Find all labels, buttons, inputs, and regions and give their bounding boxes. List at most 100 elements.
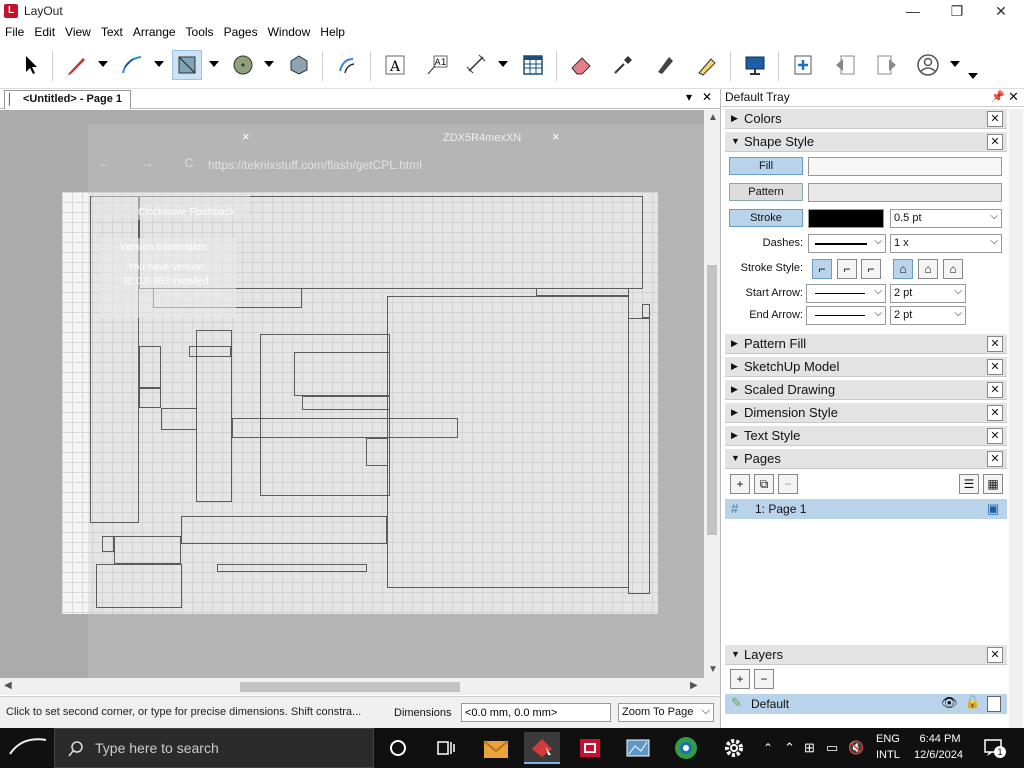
volume-muted-icon[interactable]: 🔇 [848,740,864,756]
chevron-up-icon[interactable]: ⌃ [784,740,795,756]
browser-icon[interactable] [668,732,704,764]
menu-file[interactable]: File [0,22,29,43]
previous-page-icon[interactable] [830,50,860,80]
polygon-tool-icon[interactable] [284,50,314,80]
arc-tool-icon[interactable] [117,50,147,80]
close-button[interactable]: ✕ [978,0,1024,22]
add-layer-icon[interactable]: + [730,669,750,689]
join-bevel-icon[interactable]: ⌂ [943,259,963,279]
scroll-left-icon[interactable]: ◀ [4,680,12,691]
panel-text-style[interactable]: ▶ Text Style [725,426,1007,446]
panel-close-icon[interactable]: ✕ [987,405,1003,421]
table-tool-icon[interactable] [518,50,548,80]
join-round-icon[interactable]: ⌂ [918,259,938,279]
fill-toggle[interactable]: Fill [729,157,803,175]
dash-scale-select[interactable]: 1 x ⌵ [890,234,1002,253]
presentation-icon[interactable] [740,50,770,80]
offset-tool-icon[interactable] [332,50,362,80]
toolbar-overflow-caret[interactable] [968,73,978,79]
delete-page-icon[interactable]: − [778,474,798,494]
menu-view[interactable]: View [60,22,96,43]
stroke-color-swatch[interactable] [808,209,884,228]
panel-pattern-fill[interactable]: ▶ Pattern Fill [725,334,1007,354]
lock-icon[interactable]: 🔓 [965,695,980,709]
panel-close-icon[interactable]: ✕ [987,382,1003,398]
circle-tool-icon[interactable] [228,50,258,80]
add-page-icon[interactable] [788,50,818,80]
duplicate-page-icon[interactable]: ⧉ [754,474,774,494]
cap-square-icon[interactable]: ⌐ [861,259,881,279]
task-view-icon[interactable] [428,732,464,764]
panel-close-icon[interactable]: ✕ [987,111,1003,127]
horizontal-scrollbar[interactable]: ◀ ▶ [0,678,720,695]
arc-tool-dropdown[interactable] [154,61,164,67]
circle-tool-dropdown[interactable] [264,61,274,67]
line-tool-dropdown[interactable] [98,61,108,67]
panel-close-icon[interactable]: ✕ [987,428,1003,444]
scroll-right-icon[interactable]: ▶ [690,680,698,691]
dimensions-input[interactable] [461,703,611,722]
clock-date[interactable]: 12/6/2024 [914,749,963,761]
minimize-button[interactable]: — [890,0,936,22]
vertical-scrollbar[interactable]: ▲ ▼ [704,110,720,678]
rectangle-tool-icon[interactable] [172,50,202,80]
menu-arrange[interactable]: Arrange [128,22,181,43]
next-page-icon[interactable] [872,50,902,80]
list-view-icon[interactable]: ☰ [959,474,979,494]
pattern-swatch[interactable] [808,183,1002,202]
account-icon[interactable] [913,50,943,80]
clock-time[interactable]: 6:44 PM [918,733,962,745]
menu-window[interactable]: Window [263,22,316,43]
taskbar-search-box[interactable]: Type here to search [54,728,374,768]
pin-icon[interactable]: 📌 [991,90,1005,103]
layout-taskbar-icon[interactable] [572,732,608,764]
label-tool-icon[interactable]: A1 [422,50,452,80]
panel-dimension-style[interactable]: ▶ Dimension Style [725,403,1007,423]
stroke-toggle[interactable]: Stroke [729,209,803,227]
panel-close-icon[interactable]: ✕ [987,359,1003,375]
panel-layers[interactable]: ▼ Layers [725,645,1007,665]
tab-close-icon[interactable]: ✕ [702,90,712,104]
zoom-select[interactable]: Zoom To Page ⌵ [618,703,714,722]
select-tool-icon[interactable] [16,50,46,80]
tray-scrollbar[interactable] [1009,109,1023,728]
menu-edit[interactable]: Edit [29,22,60,43]
rectangle-tool-dropdown[interactable] [209,61,219,67]
panel-close-icon[interactable]: ✕ [987,451,1003,467]
chevron-up-icon[interactable]: ⌃ [758,732,778,764]
file-explorer-icon[interactable] [478,732,514,764]
input-layout[interactable]: INTL [876,749,900,761]
menu-pages[interactable]: Pages [219,22,263,43]
start-button[interactable] [0,728,54,768]
start-arrow-size-select[interactable]: 2 pt ⌵ [890,284,966,303]
line-tool-icon[interactable] [62,50,92,80]
pattern-toggle[interactable]: Pattern [729,183,803,201]
panel-scaled-drawing[interactable]: ▶ Scaled Drawing [725,380,1007,400]
horizontal-scroll-thumb[interactable] [240,682,460,692]
end-arrow-size-select[interactable]: 2 pt ⌵ [890,306,966,325]
fill-color-swatch[interactable] [808,157,1002,176]
style-tool-icon[interactable] [650,50,680,80]
scroll-down-icon[interactable]: ▼ [708,664,718,675]
eyedropper-tool-icon[interactable] [608,50,638,80]
panel-close-icon[interactable]: ✕ [987,134,1003,150]
document-tab[interactable]: ▏ <Untitled> - Page 1 [4,90,132,109]
join-miter-icon[interactable]: ⌂ [893,259,913,279]
start-arrow-select[interactable]: ⌵ [806,284,886,303]
maximize-button[interactable]: ❐ [934,0,980,22]
cortana-icon[interactable] [380,732,416,764]
input-language[interactable]: ENG [876,733,900,745]
sketchup-taskbar-icon[interactable] [524,732,560,764]
layer-page-icon[interactable] [987,696,1001,712]
tab-list-dropdown-icon[interactable]: ▾ [686,90,692,104]
panel-close-icon[interactable]: ✕ [987,647,1003,663]
dimension-tool-dropdown[interactable] [498,61,508,67]
panel-colors[interactable]: ▶ Colors [725,109,1007,129]
cap-round-icon[interactable]: ⌐ [837,259,857,279]
layer-list-item[interactable]: ✎ Default 👁 🔓 [725,694,1007,714]
display-icon[interactable]: ▭ [826,740,838,756]
delete-layer-icon[interactable]: − [754,669,774,689]
panel-pages[interactable]: ▼ Pages [725,449,1007,469]
style-builder-icon[interactable] [620,732,656,764]
dashes-select[interactable]: ⌵ [808,234,886,253]
